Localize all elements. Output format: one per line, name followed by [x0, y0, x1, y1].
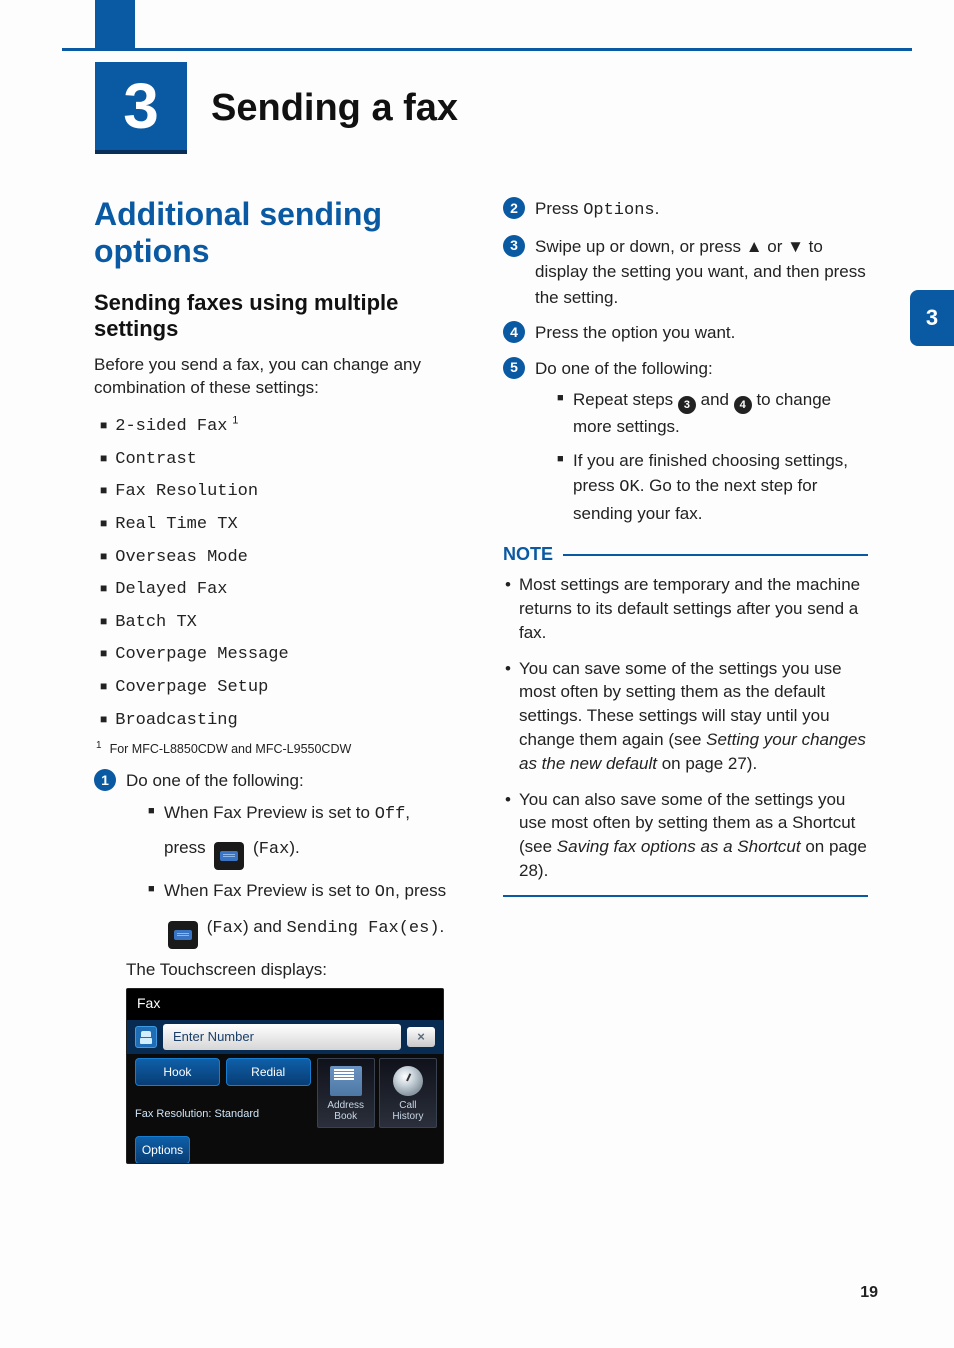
fax-icon	[214, 842, 244, 870]
list-item: Most settings are temporary and the mach…	[505, 573, 868, 644]
step-5-lead: Do one of the following:	[535, 356, 868, 382]
fax-mode-icon[interactable]	[135, 1026, 157, 1048]
chapter-number: 3	[95, 62, 187, 154]
list-item: Contrast	[100, 443, 459, 476]
list-item: Repeat steps 3 and 4 to change more sett…	[557, 387, 868, 440]
step-3: 3 Swipe up or down, or press ▲ or ▼ to d…	[503, 234, 868, 311]
clock-icon	[393, 1066, 423, 1096]
header-strip	[0, 0, 954, 52]
list-item: Coverpage Setup	[100, 671, 459, 704]
step-number-icon: 2	[503, 197, 525, 219]
ts-title: Fax	[127, 989, 443, 1020]
section-h1: Additional sending options	[94, 196, 459, 270]
step-number-icon: 1	[94, 769, 116, 791]
list-item: Real Time TX	[100, 508, 459, 541]
chapter-title: Sending a fax	[211, 87, 458, 130]
page-number: 19	[860, 1284, 878, 1302]
hook-button[interactable]: Hook	[135, 1058, 220, 1086]
enter-number-field[interactable]: Enter Number	[163, 1024, 401, 1050]
note-end-rule	[503, 895, 868, 897]
step-5: 5 Do one of the following: Repeat steps …	[503, 356, 868, 535]
footnote: 1For MFC-L8850CDW and MFC-L9550CDW	[96, 740, 459, 756]
step-1-lead: Do one of the following:	[126, 768, 459, 794]
list-item: Coverpage Message	[100, 638, 459, 671]
xref-link[interactable]: Saving fax options as a Shortcut	[557, 837, 801, 856]
list-item: If you are finished choosing settings, p…	[557, 448, 868, 527]
touchscreen-preview: Fax Enter Number × Hook Redial Fax Resol…	[126, 988, 444, 1164]
list-item: Batch TX	[100, 606, 459, 639]
options-button[interactable]: Options	[135, 1136, 190, 1164]
section-h2: Sending faxes using multiple settings	[94, 290, 459, 343]
address-book-button[interactable]: Address Book	[317, 1058, 375, 1128]
note-rule	[563, 554, 868, 556]
fax-resolution-label: Fax Resolution: Standard	[135, 1106, 311, 1123]
footnote-num: 1	[96, 740, 102, 751]
settings-list: 2-sided Fax 1 Contrast Fax Resolution Re…	[100, 410, 459, 736]
call-history-button[interactable]: Call History	[379, 1058, 437, 1128]
ref-step-3-icon: 3	[678, 396, 696, 414]
left-column: Additional sending options Sending faxes…	[94, 196, 459, 1174]
redial-button[interactable]: Redial	[226, 1058, 311, 1086]
header-underline	[62, 48, 912, 51]
ref-step-4-icon: 4	[734, 396, 752, 414]
header-square	[95, 0, 135, 48]
fax-icon	[168, 921, 198, 949]
list-item: Fax Resolution	[100, 475, 459, 508]
step-number-icon: 4	[503, 321, 525, 343]
chapter-heading: 3 Sending a fax	[95, 62, 458, 154]
clear-button[interactable]: ×	[407, 1027, 435, 1047]
step-number-icon: 3	[503, 235, 525, 257]
touchscreen-caption: The Touchscreen displays:	[126, 957, 459, 983]
address-book-icon	[330, 1066, 362, 1096]
list-item: 2-sided Fax 1	[100, 410, 459, 443]
list-item: Overseas Mode	[100, 541, 459, 574]
note-list: Most settings are temporary and the mach…	[505, 573, 868, 883]
step-4: 4 Press the option you want.	[503, 320, 868, 346]
list-item: Broadcasting	[100, 704, 459, 737]
step-2: 2 Press Options.	[503, 196, 868, 224]
side-tab: 3	[910, 290, 954, 346]
list-item: You can save some of the settings you us…	[505, 657, 868, 776]
right-column: 2 Press Options. 3 Swipe up or down, or …	[503, 196, 868, 1174]
note-label: NOTE	[503, 544, 553, 565]
list-item: You can also save some of the settings y…	[505, 788, 868, 883]
intro-paragraph: Before you send a fax, you can change an…	[94, 354, 459, 400]
footnote-ref: 1	[232, 415, 238, 427]
note-heading: NOTE	[503, 544, 868, 565]
step-number-icon: 5	[503, 357, 525, 379]
step-1: 1 Do one of the following: When Fax Prev…	[94, 768, 459, 1164]
list-item: When Fax Preview is set to Off, press (F…	[148, 800, 459, 871]
list-item: When Fax Preview is set to On, press (Fa…	[148, 878, 459, 949]
list-item: Delayed Fax	[100, 573, 459, 606]
